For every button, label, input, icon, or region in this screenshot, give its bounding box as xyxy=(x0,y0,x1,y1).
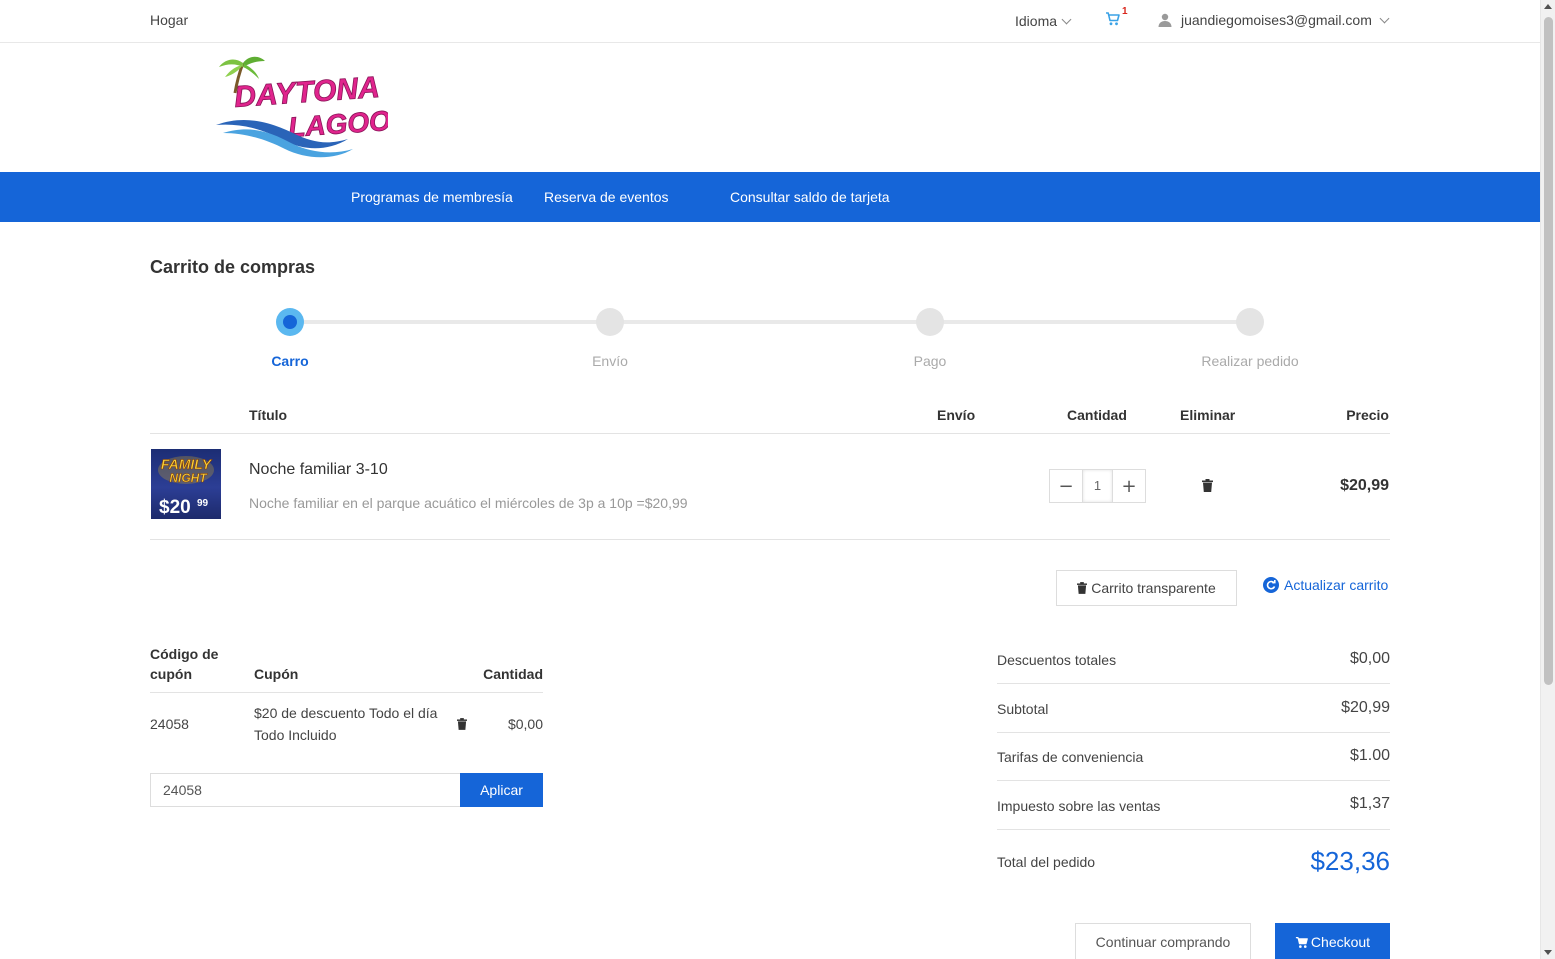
checkout-label: Checkout xyxy=(1310,934,1371,950)
divider xyxy=(997,683,1390,684)
page-scrollbar[interactable] xyxy=(1540,0,1555,959)
quantity-stepper: − 1 + xyxy=(1049,469,1146,503)
item-price: $20,99 xyxy=(1340,477,1389,494)
remove-item-button[interactable] xyxy=(1202,479,1213,497)
update-cart-label: Actualizar carrito xyxy=(1284,577,1389,593)
language-label: Idioma xyxy=(1015,13,1058,29)
scroll-down-arrow-icon[interactable] xyxy=(1544,950,1552,955)
decrease-quantity-button[interactable]: − xyxy=(1050,470,1082,502)
divider xyxy=(150,433,1390,434)
trash-icon xyxy=(1077,582,1088,594)
quantity-value[interactable]: 1 xyxy=(1082,470,1113,502)
daytona-lagoon-logo[interactable]: DAYTONA LAGOON xyxy=(213,55,413,160)
item-description: Noche familiar en el parque acuático el … xyxy=(249,495,688,511)
coupon-description: $20 de descuento Todo el día Todo Inclui… xyxy=(254,705,438,743)
summary-subtotal-value: $20,99 xyxy=(1341,699,1390,716)
col-header-shipping: Envío xyxy=(937,407,976,423)
summary-discounts-label: Descuentos totales xyxy=(997,652,1117,668)
language-dropdown[interactable]: Idioma xyxy=(1015,13,1072,29)
apply-coupon-button[interactable]: Aplicar xyxy=(460,773,543,807)
step-dot-payment xyxy=(916,308,944,336)
stepper-track xyxy=(290,320,1250,324)
summary-fees-value: $1.00 xyxy=(1349,747,1390,764)
main-nav: Programas de membresía Reserva de evento… xyxy=(0,172,1540,222)
divider xyxy=(997,829,1390,830)
trash-icon xyxy=(1202,479,1213,492)
page-title: Carrito de compras xyxy=(150,257,316,277)
coupon-col-header-amount: Cantidad xyxy=(483,666,543,682)
continue-shopping-button[interactable]: Continuar comprando xyxy=(1075,923,1251,959)
scroll-up-arrow-icon[interactable] xyxy=(1544,4,1552,9)
step-label-payment: Pago xyxy=(913,353,947,369)
clear-cart-button[interactable]: Carrito transparente xyxy=(1056,570,1237,606)
summary-subtotal-label: Subtotal xyxy=(997,701,1049,717)
page: Hogar Idioma 1 juandiegomoises3@gmail.co… xyxy=(0,0,1540,959)
cart-link[interactable]: 1 xyxy=(1105,6,1128,27)
col-header-title: Título xyxy=(249,407,288,423)
step-dot-cart xyxy=(276,308,304,336)
summary-total-value: $23,36 xyxy=(1310,846,1390,876)
user-icon xyxy=(1158,13,1172,27)
refresh-icon xyxy=(1263,577,1279,593)
col-header-price: Precio xyxy=(1346,407,1389,423)
item-title[interactable]: Noche familiar 3-10 xyxy=(249,461,388,479)
divider xyxy=(150,539,1390,540)
remove-coupon-button[interactable] xyxy=(457,717,467,735)
coupon-col-header-code: Código de cupón xyxy=(150,646,219,682)
scrollbar-thumb[interactable] xyxy=(1544,17,1553,685)
clear-cart-label: Carrito transparente xyxy=(1091,580,1216,596)
product-thumbnail-graphic: FAMILY NIGHT $20 99 xyxy=(158,456,214,518)
checkout-button[interactable]: Checkout xyxy=(1275,923,1390,959)
step-label-cart: Carro xyxy=(271,353,309,369)
summary-tax-label: Impuesto sobre las ventas xyxy=(997,798,1161,814)
thumbnail-text-night: NIGHT xyxy=(169,471,208,485)
trash-icon xyxy=(457,718,467,730)
divider xyxy=(150,692,543,693)
chevron-down-icon xyxy=(1061,14,1072,24)
coupon-code: 24058 xyxy=(150,716,189,732)
home-link[interactable]: Hogar xyxy=(150,12,188,28)
logo-graphic: DAYTONA LAGOON xyxy=(216,56,413,158)
user-email: juandiegomoises3@gmail.com xyxy=(1181,12,1372,28)
divider xyxy=(997,780,1390,781)
update-cart-button[interactable]: Actualizar carrito xyxy=(1263,577,1388,593)
col-header-quantity: Cantidad xyxy=(1067,407,1127,423)
logo-text-lagoon: LAGOON xyxy=(287,103,388,143)
thumbnail-cents: 99 xyxy=(197,498,209,509)
step-dot-shipping xyxy=(596,308,624,336)
user-menu[interactable]: juandiegomoises3@gmail.com xyxy=(1158,12,1390,28)
col-header-remove: Eliminar xyxy=(1180,407,1236,423)
top-bar: Hogar Idioma 1 juandiegomoises3@gmail.co… xyxy=(0,0,1540,43)
cart-icon xyxy=(1106,12,1120,26)
thumbnail-text-family: FAMILY xyxy=(161,456,213,472)
coupon-code-input[interactable] xyxy=(150,773,461,807)
nav-check-card-balance[interactable]: Consultar saldo de tarjeta xyxy=(730,189,890,205)
summary-total-label: Total del pedido xyxy=(997,854,1096,870)
chevron-down-icon xyxy=(1379,13,1390,23)
summary-tax-value: $1,37 xyxy=(1349,795,1390,812)
nav-event-booking[interactable]: Reserva de eventos xyxy=(544,189,669,205)
step-label-place-order: Realizar pedido xyxy=(1201,353,1299,369)
coupon-col-header-coupon: Cupón xyxy=(254,666,299,682)
step-label-shipping: Envío xyxy=(592,353,628,369)
nav-membership-programs[interactable]: Programas de membresía xyxy=(351,189,513,205)
cart-icon xyxy=(1295,936,1308,948)
coupon-amount: $0,00 xyxy=(507,716,543,732)
cart-count-badge: 1 xyxy=(1122,6,1128,17)
summary-fees-label: Tarifas de conveniencia xyxy=(997,749,1144,765)
increase-quantity-button[interactable]: + xyxy=(1113,470,1145,502)
step-dot-place-order xyxy=(1236,308,1264,336)
divider xyxy=(997,732,1390,733)
summary-discounts-value: $0,00 xyxy=(1349,650,1390,667)
thumbnail-price: $20 xyxy=(159,497,191,518)
product-thumbnail: FAMILY NIGHT $20 99 xyxy=(151,449,221,519)
